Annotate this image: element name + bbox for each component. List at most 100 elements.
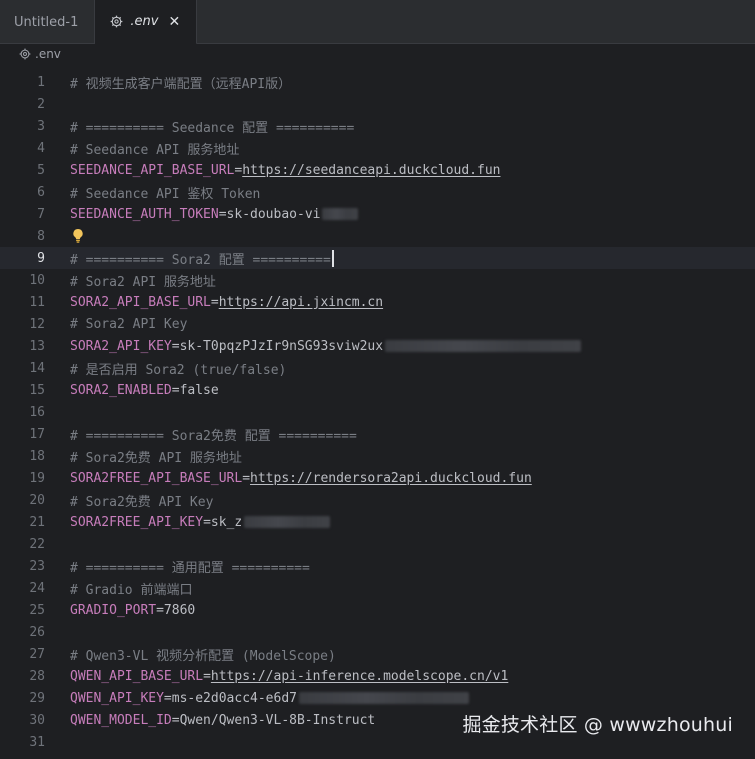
env-url-link[interactable]: https://api-inference.modelscope.cn/v1 bbox=[211, 669, 508, 684]
code-line[interactable]: 1 # 视频生成客户端配置（远程API版） bbox=[0, 71, 755, 93]
code-line[interactable]: 7 SEEDANCE_AUTH_TOKEN = sk-doubao-vi bbox=[0, 203, 755, 225]
code-line[interactable]: 17 # ========== Sora2免费 配置 ========== bbox=[0, 423, 755, 445]
code-line[interactable]: 19 SORA2FREE_API_BASE_URL = https://renders… bbox=[0, 467, 755, 489]
code-line[interactable]: 26 bbox=[0, 621, 755, 643]
code-line[interactable]: 12 # Sora2 API Key bbox=[0, 313, 755, 335]
env-value: false bbox=[179, 382, 219, 398]
line-content: # ========== Sora2 配置 ========== bbox=[70, 247, 334, 269]
redacted-secret bbox=[298, 692, 469, 704]
equals-sign: = bbox=[242, 470, 251, 486]
line-content: # ========== Seedance 配置 ========== bbox=[70, 115, 354, 137]
code-line[interactable]: 8 bbox=[0, 225, 755, 247]
line-number: 8 bbox=[37, 228, 45, 244]
env-url-link[interactable]: https://seedanceapi.duckcloud.fun bbox=[242, 163, 500, 178]
code-comment: # Seedance API 鉴权 Token bbox=[70, 186, 261, 202]
line-number: 23 bbox=[29, 558, 45, 574]
code-comment: # Sora2 API Key bbox=[70, 316, 188, 332]
line-number: 28 bbox=[29, 668, 45, 684]
env-key: SEEDANCE_AUTH_TOKEN bbox=[70, 206, 219, 222]
code-comment: # Gradio 前端端口 bbox=[70, 582, 193, 598]
code-line[interactable]: 28 QWEN_API_BASE_URL = https://api-inferenc… bbox=[0, 665, 755, 687]
equals-sign: = bbox=[203, 668, 211, 684]
code-line[interactable]: 9 # ========== Sora2 配置 ========== bbox=[0, 247, 755, 269]
code-line[interactable]: 20 # Sora2免费 API Key bbox=[0, 489, 755, 511]
line-content: # ========== 通用配置 ========== bbox=[70, 555, 310, 577]
code-line[interactable]: 25 GRADIO_PORT = 7860 bbox=[0, 599, 755, 621]
equals-sign: = bbox=[171, 338, 180, 354]
code-comment: # Sora2免费 API Key bbox=[70, 494, 214, 510]
code-line[interactable]: 22 bbox=[0, 533, 755, 555]
code-line[interactable]: 5 SEEDANCE_API_BASE_URL = https://seedancea… bbox=[0, 159, 755, 181]
code-line[interactable]: 23 # ========== 通用配置 ========== bbox=[0, 555, 755, 577]
line-content: QWEN_API_BASE_URL = https://api-inference.… bbox=[70, 665, 508, 687]
env-key: SORA2FREE_API_BASE_URL bbox=[70, 470, 243, 486]
code-line[interactable]: 24 # Gradio 前端端口 bbox=[0, 577, 755, 599]
line-content: QWEN_MODEL_ID = Qwen/Qwen3-VL-8B-Instruct bbox=[70, 709, 375, 731]
env-value: sk-doubao-vi bbox=[226, 206, 321, 222]
env-url-link[interactable]: https://api.jxincm.cn bbox=[219, 295, 383, 310]
tab-env[interactable]: .env ✕ bbox=[95, 0, 198, 45]
code-line[interactable]: 15 SORA2_ENABLED = false bbox=[0, 379, 755, 401]
line-number: 22 bbox=[29, 536, 45, 552]
line-content: # Sora2 API 服务地址 bbox=[70, 269, 216, 291]
code-editor[interactable]: 1 # 视频生成客户端配置（远程API版） 2 3 # ========== Seeda… bbox=[0, 71, 755, 753]
env-key: SORA2_ENABLED bbox=[70, 382, 172, 398]
code-line[interactable]: 4 # Seedance API 服务地址 bbox=[0, 137, 755, 159]
env-url-link[interactable]: https://rendersora2api.duckcloud.fun bbox=[250, 471, 532, 486]
equals-sign: = bbox=[210, 294, 219, 310]
line-content: # Gradio 前端端口 bbox=[70, 577, 192, 599]
code-line[interactable]: 3 # ========== Seedance 配置 ========== bbox=[0, 115, 755, 137]
line-content: SEEDANCE_AUTH_TOKEN = sk-doubao-vi bbox=[70, 203, 359, 225]
code-line[interactable]: 11 SORA2_API_BASE_URL = https://api.jxincm.… bbox=[0, 291, 755, 313]
line-number: 15 bbox=[29, 382, 45, 398]
line-content: # ========== Sora2免费 配置 ========== bbox=[70, 423, 357, 445]
code-line[interactable]: 14 # 是否启用 Sora2 (true/false) bbox=[0, 357, 755, 379]
line-number: 26 bbox=[29, 624, 45, 640]
gear-icon bbox=[19, 48, 31, 60]
tab-untitled-1[interactable]: Untitled-1 bbox=[0, 0, 96, 44]
code-line[interactable]: 10 # Sora2 API 服务地址 bbox=[0, 269, 755, 291]
code-line[interactable]: 29 QWEN_API_KEY = ms-e2d0acc4-e6d7 bbox=[0, 687, 755, 709]
env-key: GRADIO_PORT bbox=[70, 602, 157, 618]
line-content: # Sora2免费 API Key bbox=[70, 489, 213, 511]
code-line[interactable]: 18 # Sora2免费 API 服务地址 bbox=[0, 445, 755, 467]
lightbulb-icon[interactable] bbox=[72, 228, 84, 244]
code-line[interactable]: 21 SORA2FREE_API_KEY = sk_z bbox=[0, 511, 755, 533]
watermark: 掘金技术社区 @ wwwzhouhui bbox=[462, 714, 733, 736]
line-content: SEEDANCE_API_BASE_URL = https://seedanceap… bbox=[70, 159, 500, 181]
equals-sign: = bbox=[156, 602, 164, 618]
line-content: # Seedance API 鉴权 Token bbox=[70, 181, 260, 203]
line-content: # 是否启用 Sora2 (true/false) bbox=[70, 357, 286, 379]
env-value: 7860 bbox=[163, 602, 196, 618]
code-line[interactable]: 13 SORA2_API_KEY = sk-T0pqzPJzIr9nSG93sviw2… bbox=[0, 335, 755, 357]
line-number: 12 bbox=[29, 316, 45, 332]
code-comment: # ========== 通用配置 ========== bbox=[70, 560, 310, 576]
line-content: SORA2_API_KEY = sk-T0pqzPJzIr9nSG93sviw2ux bbox=[70, 335, 582, 357]
redacted-secret bbox=[385, 340, 582, 352]
line-content: # 视频生成客户端配置（远程API版） bbox=[70, 71, 291, 93]
line-content: SORA2_ENABLED = false bbox=[70, 379, 219, 401]
env-key: QWEN_API_KEY bbox=[70, 690, 164, 706]
code-line[interactable]: 6 # Seedance API 鉴权 Token bbox=[0, 181, 755, 203]
equals-sign: = bbox=[203, 514, 211, 530]
code-line[interactable]: 16 bbox=[0, 401, 755, 423]
line-number: 17 bbox=[29, 426, 45, 442]
line-content: SORA2FREE_API_KEY = sk_z bbox=[70, 511, 331, 533]
equals-sign: = bbox=[171, 382, 180, 398]
line-number: 13 bbox=[29, 338, 45, 354]
line-number: 11 bbox=[29, 294, 45, 310]
env-key: SORA2_API_BASE_URL bbox=[70, 294, 211, 310]
env-key: SORA2FREE_API_KEY bbox=[70, 514, 204, 530]
close-icon[interactable]: ✕ bbox=[168, 14, 180, 30]
code-comment: # 是否启用 Sora2 (true/false) bbox=[70, 362, 287, 378]
env-value: ms-e2d0acc4-e6d7 bbox=[171, 690, 297, 706]
env-value: sk_z bbox=[210, 514, 243, 530]
code-line[interactable]: 27 # Qwen3-VL 视频分析配置 (ModelScope) bbox=[0, 643, 755, 665]
code-comment: # Sora2 API 服务地址 bbox=[70, 274, 216, 290]
code-comment: # 视频生成客户端配置（远程API版） bbox=[70, 76, 292, 92]
redacted-secret bbox=[322, 208, 359, 220]
equals-sign: = bbox=[234, 162, 243, 178]
line-number: 3 bbox=[37, 118, 45, 134]
breadcrumb-label[interactable]: .env bbox=[35, 47, 61, 61]
code-line[interactable]: 2 bbox=[0, 93, 755, 115]
